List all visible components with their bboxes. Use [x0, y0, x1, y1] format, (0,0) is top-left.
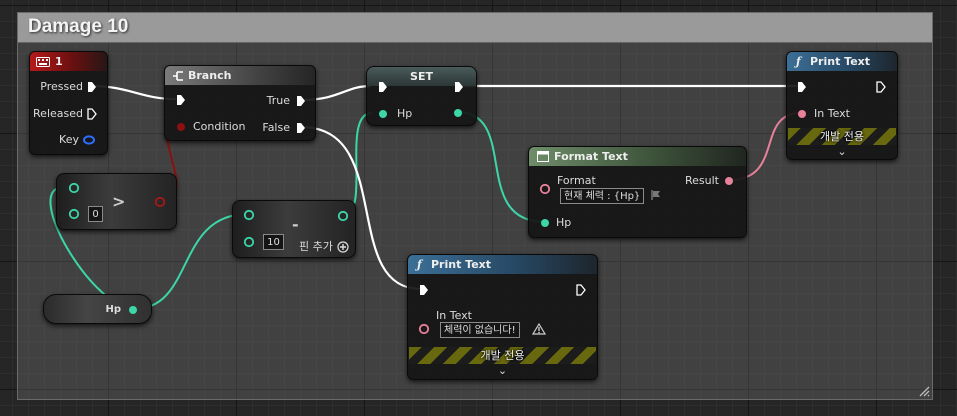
set-exec-out-pin-icon[interactable] [454, 81, 464, 93]
print-top-in-text-pin-icon[interactable] [797, 109, 807, 119]
subtract-operator: - [292, 215, 299, 234]
print-text-top-title: Print Text [810, 55, 871, 68]
greater-a-pin-icon[interactable] [68, 182, 80, 194]
print-top-in-text-label: In Text [814, 107, 850, 120]
key-event-header[interactable]: 1 [30, 52, 107, 71]
format-text-node[interactable]: Format Text Format 현재 체력 : {Hp} Result H… [528, 146, 747, 238]
condition-pin-label: Condition [193, 120, 246, 133]
key-event-title: 1 [55, 55, 63, 68]
print-text-bottom-header[interactable]: ƒ Print Text [408, 255, 597, 274]
set-hp-in-pin-icon[interactable] [378, 109, 388, 119]
format-pin-icon[interactable] [539, 183, 551, 195]
hp-getter-pin-icon[interactable] [128, 305, 138, 315]
subtract-node[interactable]: 10 - 핀 추가 [232, 200, 356, 258]
print-bottom-exec-out-pin-icon[interactable] [576, 284, 586, 296]
print-text-node-top[interactable]: ƒ Print Text In Text 개발 전용 ⌄ [786, 51, 898, 160]
print-top-exec-out-pin-icon[interactable] [876, 81, 886, 93]
print-text-node-bottom[interactable]: ƒ Print Text In Text 체력이 없습니다! 개발 전용 ⌄ [407, 254, 598, 380]
format-text-icon [537, 151, 549, 162]
greater-b-input[interactable]: 0 [88, 206, 103, 222]
set-hp-pin-label: Hp [397, 107, 413, 120]
dev-only-banner-top: 개발 전용 [788, 128, 896, 145]
branch-node[interactable]: Branch True Condition False [164, 65, 316, 141]
flag-icon[interactable] [650, 189, 662, 201]
print-bottom-in-text-pin-icon[interactable] [418, 323, 430, 335]
format-pin-label: Format [557, 174, 596, 187]
greater-operator: > [112, 192, 126, 211]
condition-bool-pin-icon[interactable] [176, 122, 186, 132]
result-pin-label: Result [685, 174, 719, 187]
print-top-exec-in-pin-icon[interactable] [797, 81, 807, 93]
greater-b-pin-icon[interactable] [68, 208, 80, 220]
branch-header[interactable]: Branch [165, 66, 315, 85]
format-hp-pin-icon[interactable] [540, 218, 550, 228]
print-text-top-header[interactable]: ƒ Print Text [787, 52, 897, 71]
print-bottom-exec-in-pin-icon[interactable] [419, 284, 429, 296]
branch-title: Branch [188, 69, 232, 82]
result-pin-icon[interactable] [724, 176, 734, 186]
key-event-node[interactable]: 1 Pressed Released Key [29, 51, 108, 155]
subtract-b-input[interactable]: 10 [263, 234, 284, 250]
pressed-pin-label: Pressed [40, 80, 83, 93]
branch-icon [173, 71, 183, 81]
true-exec-pin-icon[interactable] [296, 95, 306, 107]
format-hp-pin-label: Hp [556, 216, 572, 229]
key-pin-label: Key [59, 133, 79, 146]
expand-chevron-icon-top[interactable]: ⌄ [787, 146, 897, 157]
print-bottom-in-text-label: In Text [436, 309, 472, 322]
branch-exec-in-pin-icon[interactable] [176, 94, 186, 106]
released-pin-label: Released [33, 107, 83, 120]
expand-chevron-icon-bottom[interactable]: ⌄ [408, 365, 597, 376]
greater-than-node[interactable]: 0 > [56, 173, 177, 230]
blueprint-graph-canvas[interactable]: Damage 10 1 Pressed Released Key Branch … [0, 0, 957, 416]
false-pin-label: False [262, 121, 290, 134]
set-title: SET [410, 70, 433, 83]
hp-getter-label: Hp [105, 304, 121, 315]
format-text-title: Format Text [554, 150, 628, 163]
set-exec-in-pin-icon[interactable] [378, 81, 388, 93]
warning-icon [532, 323, 546, 335]
subtract-b-pin-icon[interactable] [243, 236, 255, 248]
released-exec-pin-icon[interactable] [87, 108, 97, 120]
print-bottom-in-text-input[interactable]: 체력이 없습니다! [440, 322, 520, 338]
greater-result-pin-icon[interactable] [154, 196, 166, 208]
pressed-exec-pin-icon[interactable] [87, 81, 97, 93]
set-hp-out-pin-icon[interactable] [453, 108, 463, 118]
keyboard-icon [36, 57, 50, 67]
set-hp-node[interactable]: SET Hp [366, 66, 477, 126]
dev-only-banner-bottom: 개발 전용 [409, 347, 596, 364]
hp-getter-node[interactable]: Hp [43, 294, 152, 324]
function-icon: ƒ [796, 55, 801, 68]
false-exec-pin-icon[interactable] [296, 122, 306, 134]
format-text-header[interactable]: Format Text [529, 147, 746, 166]
subtract-result-pin-icon[interactable] [337, 210, 349, 222]
add-pin-label[interactable]: 핀 추가 [299, 240, 333, 254]
print-text-bottom-title: Print Text [431, 258, 492, 271]
format-input[interactable]: 현재 체력 : {Hp} [560, 188, 645, 204]
key-struct-pin-icon[interactable] [83, 135, 95, 145]
add-pin-icon[interactable] [337, 241, 349, 253]
true-pin-label: True [266, 94, 290, 107]
subtract-a-pin-icon[interactable] [243, 209, 255, 221]
function-icon: ƒ [417, 258, 422, 271]
